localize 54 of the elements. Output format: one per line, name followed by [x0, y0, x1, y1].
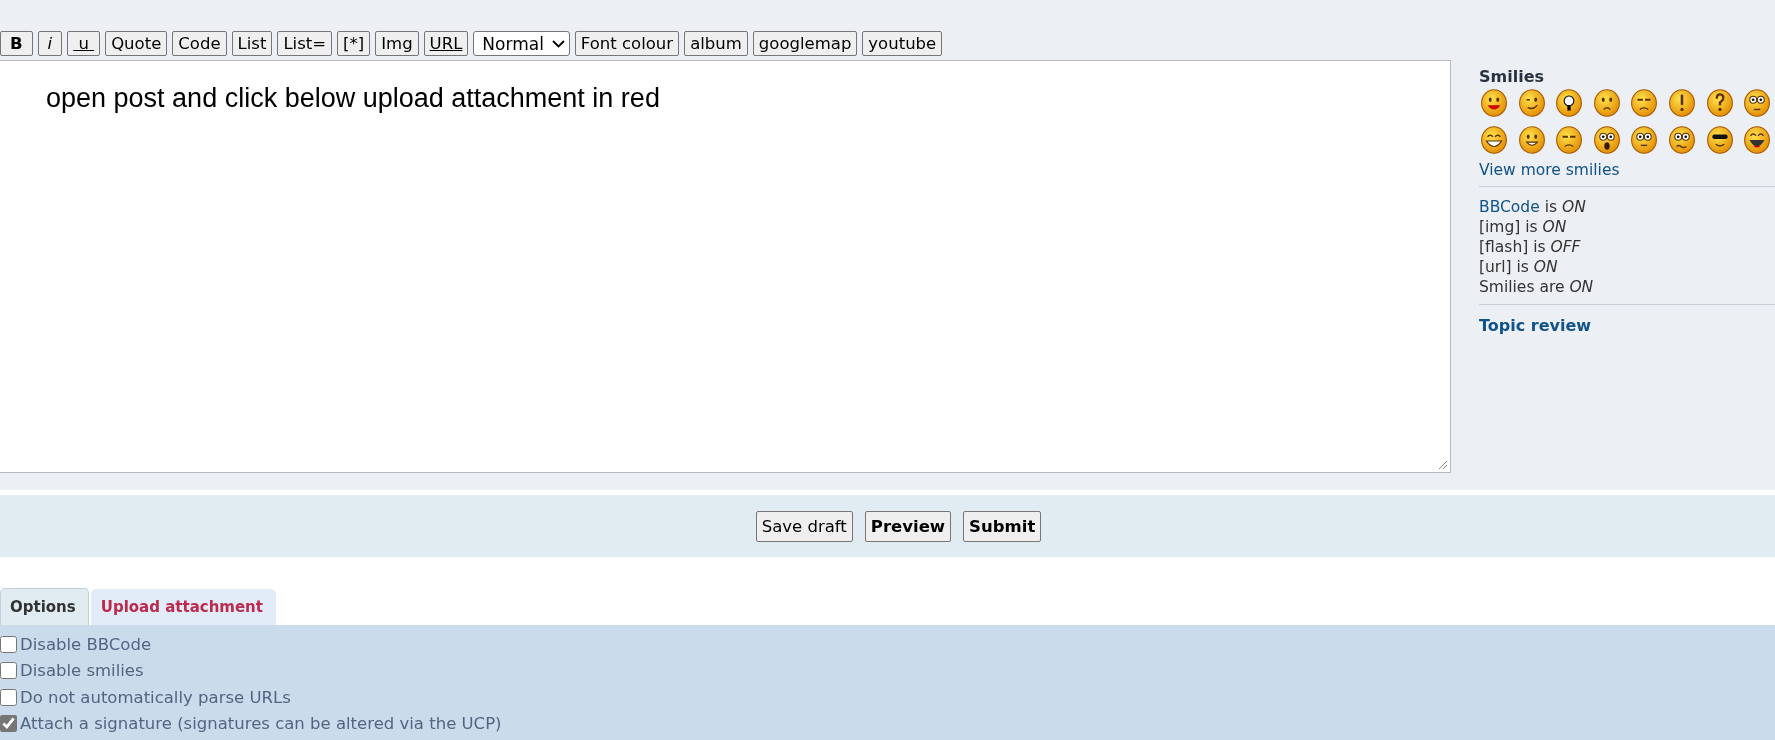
smiley-icon[interactable] — [1592, 89, 1621, 117]
option-label: Disable smilies — [20, 661, 144, 681]
smiley-icon[interactable] — [1743, 89, 1772, 117]
format-button[interactable]: i — [37, 31, 63, 56]
smiley-icon[interactable] — [1630, 126, 1659, 154]
status-line: [img] is ON — [1479, 217, 1568, 237]
font-size-select[interactable]: Normal — [473, 31, 570, 56]
resize-grip-icon[interactable] — [1438, 460, 1448, 470]
smiley-icon[interactable] — [1743, 126, 1772, 154]
status-line: [url] is ON — [1479, 257, 1559, 277]
format-button[interactable]: u — [67, 31, 101, 56]
status-line: BBCode is ON — [1479, 197, 1587, 217]
format-button[interactable]: B — [0, 31, 33, 56]
option-checkbox[interactable] — [0, 688, 17, 706]
bbcode-link[interactable]: BBCode — [1479, 198, 1540, 216]
smilies-heading: Smilies — [1479, 67, 1546, 86]
message-textarea[interactable]: open post and click below upload attachment in red — [0, 60, 1451, 473]
submit-bar-button[interactable]: Submit — [963, 510, 1042, 542]
format-button[interactable]: album — [684, 31, 748, 56]
format-button[interactable]: youtube — [862, 31, 943, 56]
option-label: Do not automatically parse URLs — [20, 687, 291, 707]
format-button[interactable]: googlemap — [752, 31, 858, 56]
smiley-icon[interactable] — [1517, 89, 1546, 117]
smiley-icon[interactable] — [1705, 89, 1734, 117]
option-label: Attach a signature (signatures can be altered via the UCP) — [20, 714, 502, 734]
format-button[interactable]: Quote — [105, 31, 168, 56]
format-button[interactable]: List — [231, 31, 273, 56]
smiley-icon[interactable] — [1517, 126, 1546, 154]
format-button[interactable]: Code — [172, 31, 227, 56]
format-button[interactable]: [*] — [337, 31, 371, 56]
option-label: Disable BBCode — [20, 634, 152, 654]
smiley-icon[interactable] — [1592, 126, 1621, 154]
submit-bar-button[interactable]: Preview — [864, 510, 952, 542]
format-button[interactable]: List= — [277, 31, 333, 56]
option-checkbox[interactable] — [0, 662, 17, 680]
tab[interactable]: Upload attachment — [90, 589, 276, 625]
chevron-down-icon — [551, 39, 565, 48]
smiley-icon[interactable] — [1555, 89, 1584, 117]
status-line: [flash] is OFF — [1479, 237, 1582, 257]
format-button[interactable]: Font colour — [574, 31, 680, 56]
format-button[interactable]: URL — [423, 31, 469, 56]
smiley-icon[interactable] — [1705, 126, 1734, 154]
status-line: Smilies are ON — [1479, 277, 1595, 297]
topic-review-link[interactable]: Topic review — [1479, 316, 1775, 335]
smiley-icon[interactable] — [1667, 126, 1696, 154]
view-more-smilies-link[interactable]: View more smilies — [1479, 161, 1775, 179]
option-checkbox[interactable] — [0, 635, 17, 653]
format-button[interactable]: Img — [375, 31, 419, 56]
message-text: open post and click below upload attachment in red — [46, 83, 660, 113]
smiley-icon[interactable] — [1480, 126, 1508, 154]
option-checkbox[interactable] — [0, 715, 17, 733]
tab[interactable]: Options — [0, 588, 89, 625]
submit-bar-button[interactable]: Save draft — [755, 510, 853, 542]
smiley-icon[interactable] — [1667, 89, 1696, 117]
